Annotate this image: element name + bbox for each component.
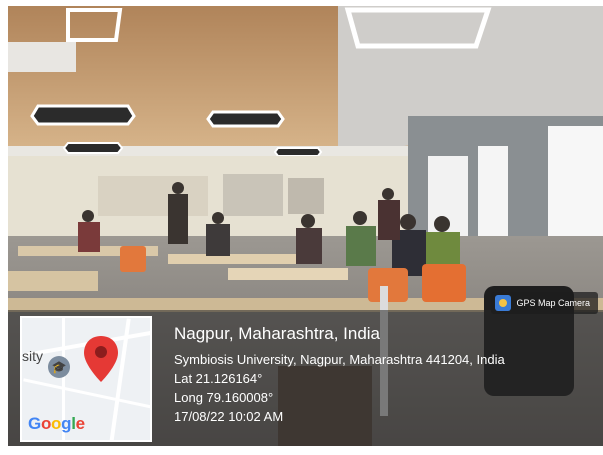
hex-light-4: [62, 142, 124, 154]
badge-label: GPS Map Camera: [516, 298, 590, 308]
hex-light-5: [273, 147, 323, 157]
latitude: Lat 21.126164°: [174, 371, 263, 386]
gps-map-camera-icon: [495, 295, 512, 311]
city-line: Nagpur, Maharashtra, India: [174, 324, 381, 343]
longitude: Long 79.160008°: [174, 390, 274, 405]
location-pin-icon: [84, 336, 118, 382]
address-line: Symbiosis University, Nagpur, Maharashtr…: [174, 352, 505, 367]
hex-light-2: [30, 104, 136, 126]
location-info: Nagpur, Maharashtra, India Symbiosis Uni…: [174, 324, 505, 426]
google-logo: Google: [28, 414, 85, 433]
photo-frame: GPS Map Camera sity 🎓 Google Nagpur, Mah…: [8, 6, 603, 446]
map-thumbnail: sity 🎓 Google: [20, 316, 152, 442]
map-place-label: sity: [22, 348, 43, 364]
datetime: 17/08/22 10:02 AM: [174, 409, 284, 424]
projector: [8, 42, 76, 72]
university-icon: 🎓: [48, 356, 70, 378]
hex-light-3: [206, 110, 285, 128]
gps-map-camera-badge: GPS Map Camera: [491, 292, 598, 314]
